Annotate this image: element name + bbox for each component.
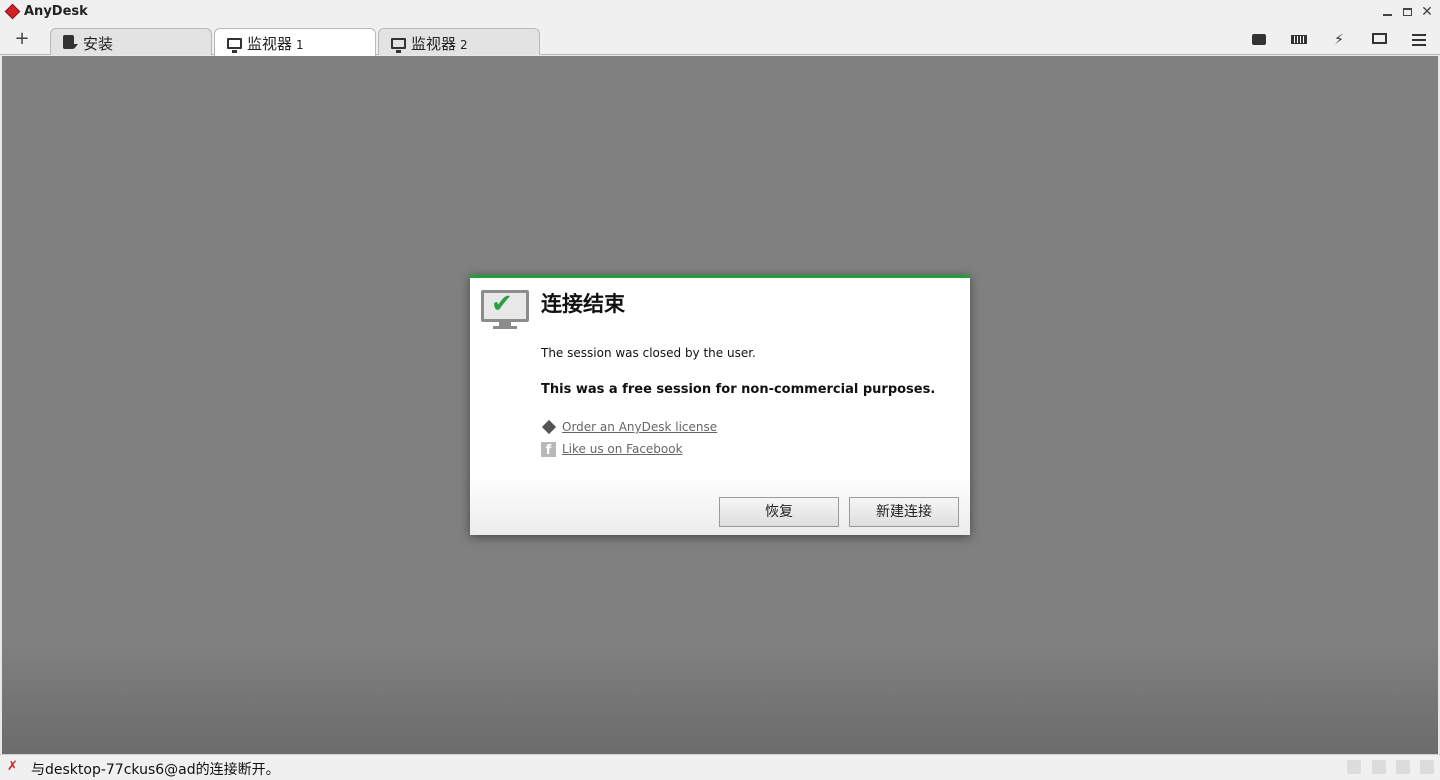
monitor-icon: [227, 35, 242, 53]
monitor-icon: [391, 35, 406, 53]
tab-monitor-2-label: 监视器: [411, 35, 457, 53]
tab-install[interactable]: 安装: [50, 28, 212, 55]
tab-monitor-1-label: 监视器: [247, 35, 293, 53]
actions-bolt-icon[interactable]: ⚡: [1329, 31, 1349, 49]
minimize-icon: [1382, 14, 1392, 16]
video-status-icon: [1347, 760, 1361, 774]
title-bar: AnyDesk ✕: [0, 0, 1440, 26]
dialog-title: 连接结束: [541, 292, 625, 316]
tab-bar: + 安装 监视器 1 监视器 2: [0, 26, 1440, 56]
session-ended-dialog: ✔ 连接结束 The session was closed by the use…: [470, 275, 970, 535]
tab-monitor-2-number: 2: [460, 38, 468, 52]
tab-monitor-1[interactable]: 监视器 1: [214, 28, 376, 56]
app-title: AnyDesk: [24, 4, 88, 19]
facebook-icon: f: [541, 442, 556, 458]
chat-icon[interactable]: [1249, 31, 1269, 49]
maximize-icon: [1402, 8, 1412, 16]
facebook-link-text[interactable]: Like us on Facebook: [562, 442, 683, 456]
padlock-status-icon: [1420, 760, 1434, 774]
tab-monitor-2[interactable]: 监视器 2: [378, 28, 540, 55]
status-bar: ✗ 与desktop-77ckus6@ad的连接断开。: [0, 754, 1440, 780]
anydesk-logo-icon: [4, 3, 21, 20]
close-button[interactable]: ✕: [1418, 3, 1436, 21]
menu-icon[interactable]: [1409, 31, 1429, 49]
add-tab-button[interactable]: +: [12, 28, 32, 50]
dialog-notice: This was a free session for non-commerci…: [541, 382, 936, 397]
new-connection-button[interactable]: 新建连接: [849, 497, 959, 527]
tab-monitor-1-number: 1: [296, 38, 304, 52]
maximize-button[interactable]: [1398, 3, 1416, 21]
minimize-button[interactable]: [1378, 3, 1396, 21]
restore-button[interactable]: 恢复: [719, 497, 839, 527]
disconnected-plug-icon: ✗: [7, 759, 18, 774]
tab-install-label: 安装: [83, 35, 114, 53]
lock-status-icon: [1372, 760, 1386, 774]
monitor-check-icon: ✔: [481, 289, 529, 330]
hourglass-status-icon: [1396, 760, 1410, 774]
order-license-link-text[interactable]: Order an AnyDesk license: [562, 420, 717, 434]
close-icon: ✕: [1421, 4, 1433, 20]
license-tag-icon: [541, 419, 557, 435]
status-text: 与desktop-77ckus6@ad的连接断开。: [31, 762, 280, 778]
dialog-message: The session was closed by the user.: [541, 346, 756, 360]
install-icon: [63, 35, 78, 53]
keyboard-icon[interactable]: [1289, 31, 1309, 49]
display-icon[interactable]: [1369, 31, 1389, 49]
